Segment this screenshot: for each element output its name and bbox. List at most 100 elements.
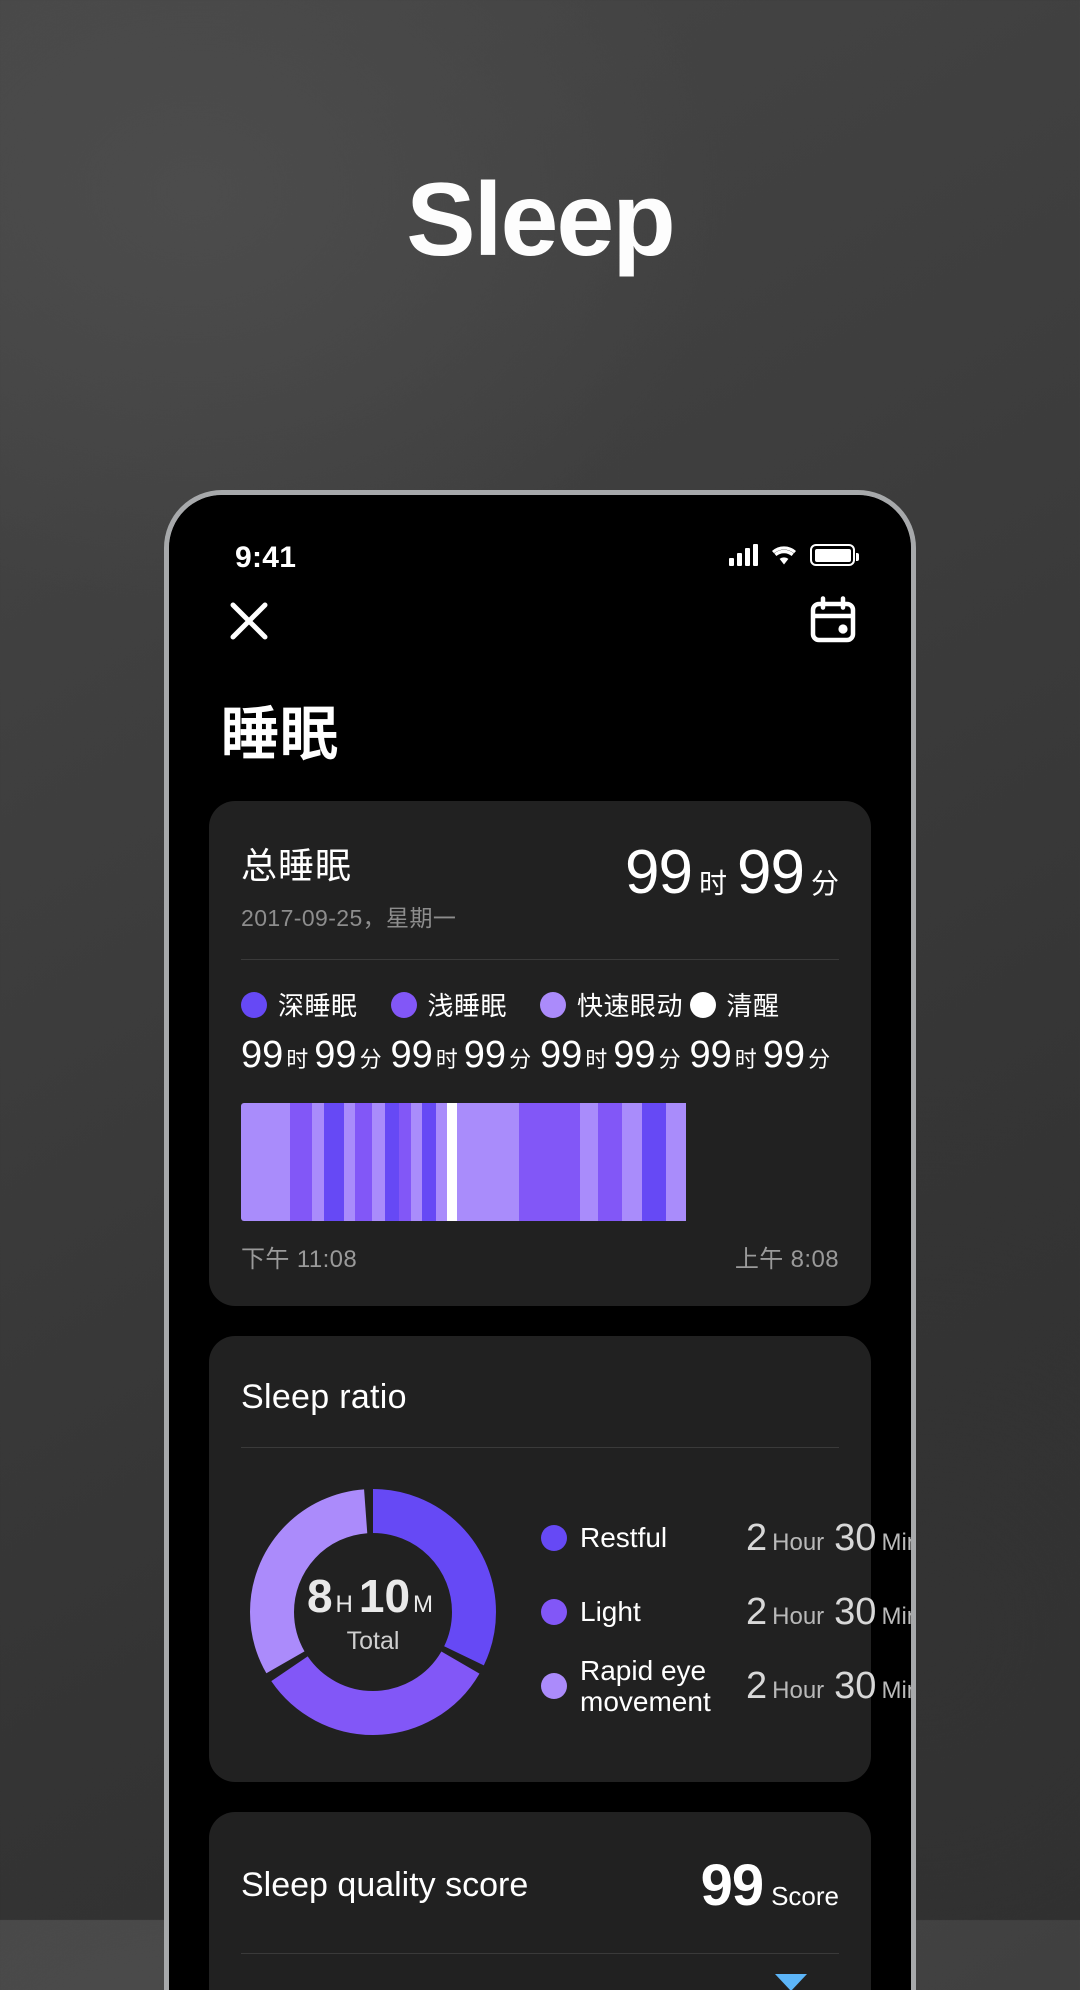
hypnogram-band: [456, 1103, 519, 1221]
hypnogram-band: [399, 1103, 412, 1221]
sleep-stage-head: 浅睡眠: [390, 986, 541, 1023]
sleep-stage-1: 深睡眠 99 时 99 分: [241, 986, 391, 1077]
sleep-stage-hours-unit: 时: [585, 1047, 608, 1072]
close-icon[interactable]: [221, 593, 277, 649]
sleep-ratio-legend-row-1: Restful 2Hour 30Min: [541, 1501, 911, 1575]
hypnogram-band: [290, 1103, 312, 1221]
hypnogram-band: [422, 1103, 436, 1221]
ratio-minutes: 30: [834, 1664, 877, 1707]
score-gauge-zone: 607590: [241, 1954, 839, 1990]
sleep-stage-label: 快速眼动: [577, 991, 684, 1021]
ratio-minutes-unit: Min: [881, 1528, 911, 1556]
sleep-stage-hours-unit: 时: [734, 1047, 757, 1072]
ratio-legend-duration: 2Hour 30Min: [746, 1591, 911, 1634]
ratio-hours-unit: Hour: [772, 1602, 825, 1630]
sleep-stage-minutes-unit: 分: [359, 1047, 382, 1072]
sleep-stage-duration: 99 时 99 分: [391, 1034, 541, 1077]
ratio-hours-unit: Hour: [772, 1528, 825, 1556]
sleep-ratio-legend: Restful2Hour30MinLight2Hour30MinRapid ey…: [507, 1501, 911, 1723]
wifi-icon: [770, 544, 798, 566]
ratio-hours: 2: [746, 1590, 768, 1633]
hypnogram-time-axis: 下午 11:08 上午 8:08: [241, 1221, 839, 1306]
donut-minutes-unit: M: [413, 1590, 434, 1618]
score-gauge-marker: [775, 1974, 808, 1990]
donut-hours-unit: H: [335, 1590, 353, 1618]
status-bar-time: 9:41: [235, 541, 297, 574]
hypnogram-band: [411, 1103, 423, 1221]
ratio-hours: 2: [746, 1516, 768, 1559]
donut-center-label: 8 H 10 M Total: [249, 1488, 497, 1736]
battery-icon: [810, 544, 859, 566]
score-title: Sleep quality score: [241, 1866, 529, 1904]
ratio-legend-color-dot: [541, 1524, 567, 1551]
ratio-legend-duration: 2Hour 30Min: [746, 1665, 911, 1708]
sleep-stage-minutes-unit: 分: [658, 1047, 681, 1072]
hypnogram-band: [385, 1103, 400, 1221]
hypnogram-band: [597, 1103, 622, 1221]
donut-minutes-value: 10: [358, 1569, 411, 1622]
phone-screen: 9:41 睡眠 总睡眠 2017-09-25，星期一 99 时 99 分 深睡眠…: [169, 495, 911, 1990]
cellular-signal-icon: [729, 544, 758, 566]
nav-bar: [169, 579, 911, 665]
ratio-legend-color-dot: [541, 1673, 567, 1699]
sleep-ratio-legend-row-3: Rapid eye movement 2Hour 30Min: [541, 1649, 911, 1723]
sleep-stage-minutes: 99: [762, 1034, 806, 1076]
sleep-stage-head: 清醒: [689, 986, 840, 1023]
sleep-stage-label: 清醒: [726, 991, 780, 1021]
sleep-quality-score-card: Sleep quality score 99 Score 607590: [209, 1812, 871, 1990]
total-sleep-header: 总睡眠 2017-09-25，星期一 99 时 99 分: [241, 801, 839, 959]
sleep-stage-minutes-unit: 分: [808, 1047, 831, 1072]
score-unit: Score: [771, 1881, 839, 1911]
sleep-ratio-title: Sleep ratio: [241, 1378, 407, 1416]
total-sleep-titleblock: 总睡眠 2017-09-25，星期一: [241, 837, 456, 933]
sleep-stage-minutes: 99: [314, 1034, 357, 1076]
sleep-stage-minutes: 99: [463, 1034, 507, 1076]
ratio-legend-color-dot: [541, 1598, 567, 1625]
score-value-block: 99 Score: [701, 1852, 839, 1919]
score-value: 99: [700, 1853, 765, 1918]
donut-total-duration: 8 H 10 M: [307, 1569, 439, 1623]
sleep-stage-2: 浅睡眠 99 时 99 分: [390, 986, 541, 1077]
ratio-legend-label: Restful: [580, 1522, 668, 1554]
ratio-minutes-unit: Min: [881, 1676, 911, 1704]
calendar-icon[interactable]: [807, 595, 859, 647]
sleep-stage-minutes: 99: [613, 1034, 656, 1076]
sleep-stage-duration: 99 时 99 分: [241, 1034, 391, 1077]
sleep-stage-head: 深睡眠: [241, 986, 391, 1023]
total-hours-unit: 时: [699, 868, 728, 899]
sleep-stage-hours: 99: [540, 1034, 583, 1076]
total-sleep-title: 总睡眠: [241, 845, 353, 886]
hypnogram-band: [641, 1103, 667, 1221]
sleep-ratio-donut: 8 H 10 M Total: [249, 1488, 497, 1736]
phone-frame: 9:41 睡眠 总睡眠 2017-09-25，星期一 99 时 99 分 深睡眠…: [164, 490, 916, 1990]
hypnogram-start-time: 下午 11:08: [241, 1246, 358, 1273]
hypnogram-band: [435, 1103, 448, 1221]
ratio-legend-label: Rapid eye movement: [580, 1654, 711, 1717]
hypnogram-band: [344, 1103, 355, 1221]
sleep-stage-minutes-unit: 分: [509, 1047, 532, 1072]
hypnogram-end-time: 上午 8:08: [734, 1246, 839, 1273]
sleep-stage-label: 浅睡眠: [427, 991, 508, 1021]
ratio-minutes: 30: [834, 1516, 877, 1559]
ratio-minutes-unit: Min: [881, 1602, 911, 1630]
sleep-stage-hours: 99: [390, 1034, 433, 1076]
sleep-stage-color-dot: [689, 991, 716, 1018]
sleep-stage-hours-unit: 时: [286, 1047, 309, 1072]
ratio-legend-left: Light: [541, 1596, 746, 1627]
sleep-ratio-legend-row-2: Light 2Hour 30Min: [541, 1575, 911, 1649]
total-sleep-date: 2017-09-25，星期一: [241, 905, 457, 931]
total-minutes-value: 99: [737, 838, 805, 907]
sleep-ratio-card: Sleep ratio 8 H 10 M Total Restful 2 Hour 3…: [209, 1336, 911, 1782]
total-minutes-unit: 分: [810, 868, 839, 899]
score-header: Sleep quality score 99 Score: [241, 1812, 839, 1953]
sleep-stage-color-dot: [390, 991, 417, 1018]
sleep-stage-head: 快速眼动: [540, 986, 690, 1023]
sleep-stage-hours: 99: [689, 1034, 732, 1076]
hypnogram-chart: [241, 1103, 839, 1221]
ratio-minutes: 30: [834, 1590, 877, 1633]
hypnogram-band: [311, 1103, 325, 1221]
ratio-hours-unit: Hour: [772, 1676, 825, 1704]
sleep-stage-4: 清醒 99 时 99 分: [689, 986, 840, 1077]
sleep-stage-3: 快速眼动 99 时 99 分: [540, 986, 690, 1077]
sleep-stage-color-dot: [241, 991, 267, 1018]
